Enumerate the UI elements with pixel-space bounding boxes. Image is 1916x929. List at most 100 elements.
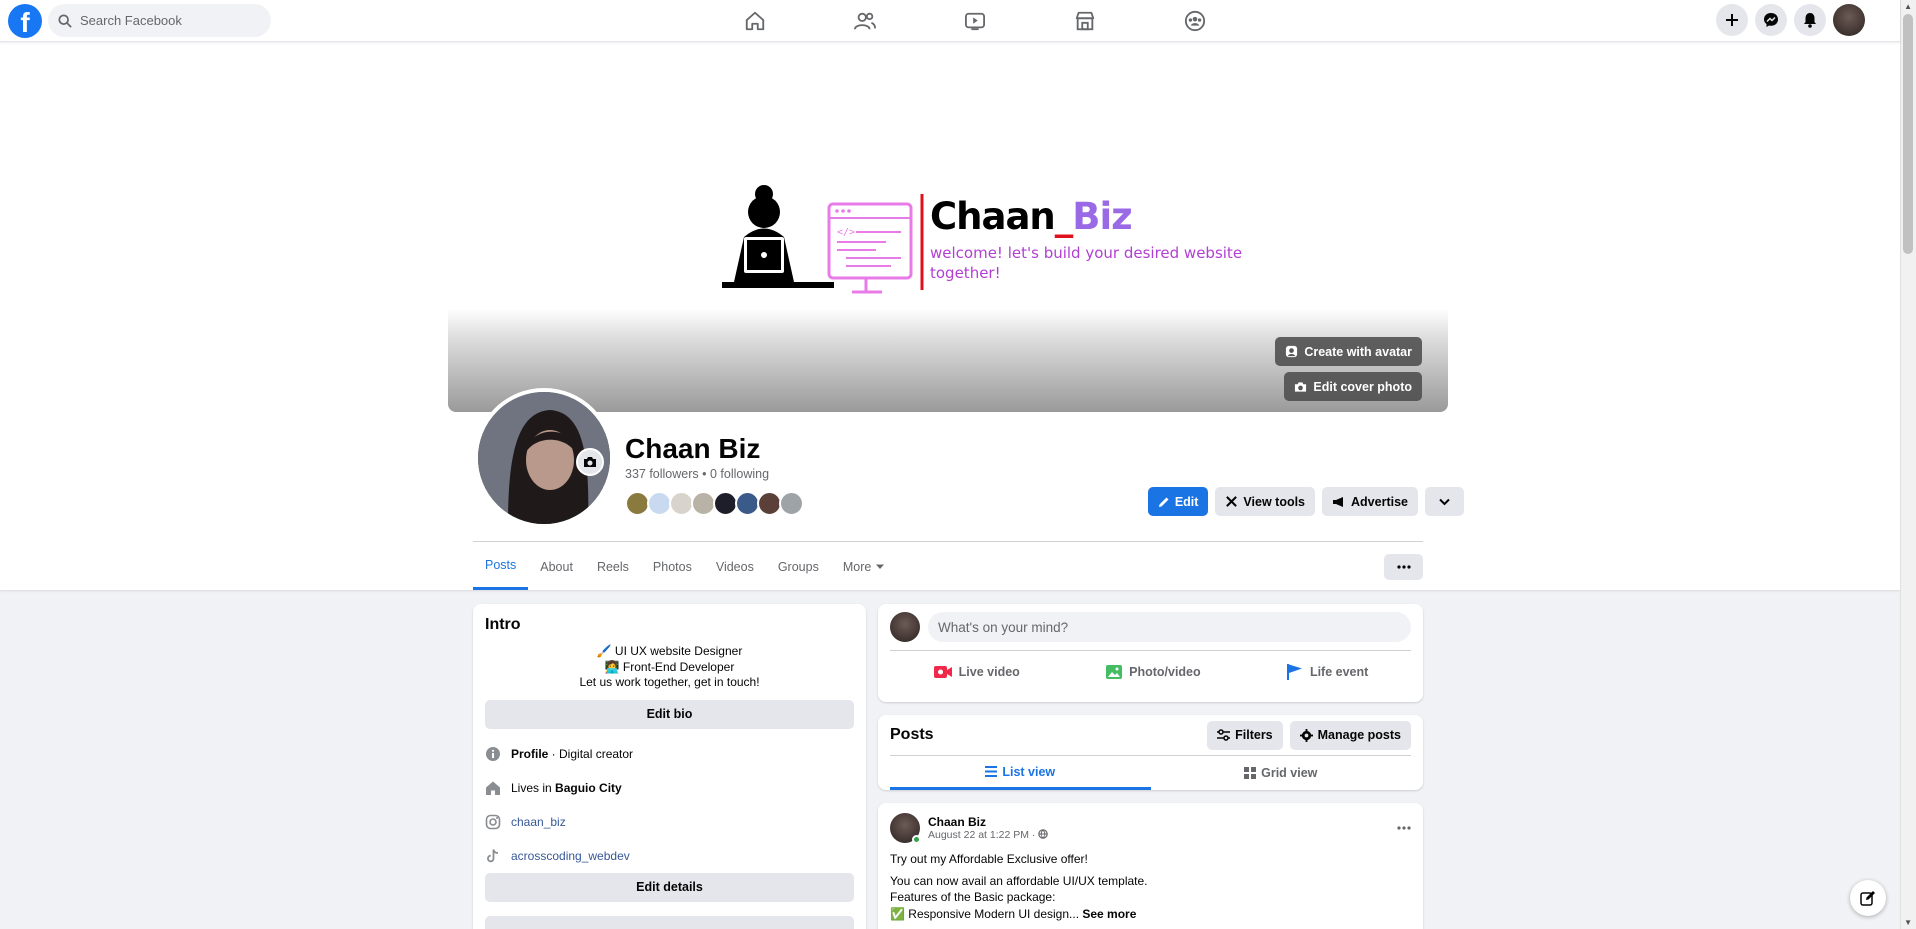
post-options-button[interactable] [1397,817,1411,833]
post-line: Features of the Basic package: [890,890,1056,904]
live-video-icon [933,666,952,678]
post-author-name[interactable]: Chaan Biz [928,815,1048,829]
filter-icon [1217,729,1231,741]
photo-video-button[interactable]: Photo/video [1105,657,1201,687]
tab-more-label: More [842,559,872,574]
composer-input[interactable]: What's on your mind? [928,612,1411,642]
plus-icon [1726,14,1738,26]
filters-label: Filters [1235,728,1273,742]
brand-name: Chaan [930,195,1056,238]
header-divider [473,541,1423,542]
advertise-label: Advertise [1351,494,1408,509]
create-with-avatar-button[interactable]: Create with avatar [1275,337,1422,366]
tiktok-link[interactable]: acrosscoding_webdev [511,849,630,863]
post-author-avatar[interactable] [890,813,921,844]
instagram-icon [485,814,501,829]
chevron-down-icon [1439,498,1450,505]
live-video-label: Live video [958,665,1020,679]
watch-icon [965,12,985,31]
tab-videos[interactable]: Videos [704,543,766,590]
filters-button[interactable]: Filters [1207,720,1283,750]
account-avatar[interactable] [1833,4,1865,36]
lives-prefix: Lives in [511,780,556,795]
messenger-icon [1764,13,1778,27]
page-scrollbar[interactable]: ▲ ▼ [1900,0,1916,929]
tab-posts[interactable]: Posts [473,543,529,590]
edit-profile-button[interactable]: Edit [1147,487,1209,516]
profile-menu-button[interactable] [1425,487,1464,516]
intro-detail-tiktok: acrosscoding_webdev [485,839,854,873]
tab-reels[interactable]: Reels [585,543,641,590]
tabs-more-options-button[interactable] [1384,554,1423,580]
megaphone-icon [1333,496,1344,507]
compose-icon [1860,891,1875,906]
nav-watch[interactable] [920,0,1030,42]
notifications-button[interactable] [1794,4,1826,36]
grid-view-tab[interactable]: Grid view [1151,756,1412,790]
create-button[interactable] [1716,4,1748,36]
live-video-button[interactable]: Live video [933,657,1020,687]
nav-marketplace[interactable] [1030,0,1140,42]
search-box[interactable] [48,4,271,37]
cover-tagline: welcome! let's build your desired websit… [930,244,1243,282]
tiktok-icon [487,848,499,862]
more-dots-icon [1397,826,1411,830]
tab-photos[interactable]: Photos [641,543,704,590]
scrollbar-thumb[interactable] [1903,14,1913,254]
instagram-link[interactable]: chaan_biz [511,815,566,829]
home-icon [745,11,765,31]
search-input[interactable] [80,13,240,28]
gear-icon [1299,728,1313,742]
marketplace-icon [1075,11,1095,31]
edit-details-button[interactable]: Edit details [485,872,854,902]
edit-cover-photo-button[interactable]: Edit cover photo [1284,372,1422,401]
intro-title: Intro [485,616,521,633]
post-timestamp[interactable]: August 22 at 1:22 PM · [928,829,1049,841]
list-view-tab[interactable]: List view [890,756,1151,790]
follower-stats[interactable]: 337 followers • 0 following [625,467,769,481]
globe-icon [1038,829,1049,839]
scroll-down-arrow[interactable]: ▼ [1904,918,1912,927]
bell-icon [1804,13,1816,28]
edit-label: Edit [1174,494,1199,509]
list-view-label: List view [1002,764,1056,779]
view-tools-button[interactable]: View tools [1215,487,1316,516]
messenger-button[interactable] [1755,4,1787,36]
svg-text:</>: </> [837,227,855,238]
change-profile-picture-button[interactable] [576,448,604,476]
lives-city[interactable]: Baguio City [555,781,622,795]
new-message-button[interactable] [1850,880,1886,916]
life-event-button[interactable]: Life event [1286,657,1368,687]
profile-name: Chaan Biz [625,433,761,464]
see-more-link[interactable]: See more [1082,907,1136,921]
tools-icon [1226,496,1238,507]
add-hobbies-button[interactable] [485,915,854,929]
manage-posts-button[interactable]: Manage posts [1289,720,1411,750]
home-icon [486,781,500,795]
follower-avatars [625,491,804,516]
advertise-button[interactable]: Advertise [1322,487,1418,516]
nav-friends[interactable] [810,0,920,42]
photo-video-label: Photo/video [1129,665,1201,679]
profile-separator: · [548,746,560,761]
manage-posts-label: Manage posts [1317,728,1401,742]
tab-groups[interactable]: Groups [766,543,831,590]
cover-brand-title: Chaan_Biz [930,195,1133,238]
nav-groups[interactable] [1140,0,1250,42]
groups-icon [1184,10,1206,32]
profile-actions: Edit View tools Advertise [1147,487,1464,516]
avatar-icon [1286,345,1298,358]
friends-icon [854,12,876,30]
follower-avatar[interactable] [779,491,804,516]
nav-home[interactable] [700,0,810,42]
bio-line: 👩‍💻 Front-End Developer [604,659,735,674]
tab-more[interactable]: More [831,543,897,590]
composer-avatar[interactable] [890,612,920,642]
scroll-up-arrow[interactable]: ▲ [1904,2,1912,11]
profile-header: </> Create with avatar Edit cover photo … [0,42,1900,590]
bio-line: 🖌️ UI UX website Designer [596,644,743,658]
list-icon [985,766,998,777]
facebook-logo[interactable]: f [8,4,42,38]
tab-about[interactable]: About [528,543,585,590]
edit-bio-button[interactable]: Edit bio [485,699,854,729]
